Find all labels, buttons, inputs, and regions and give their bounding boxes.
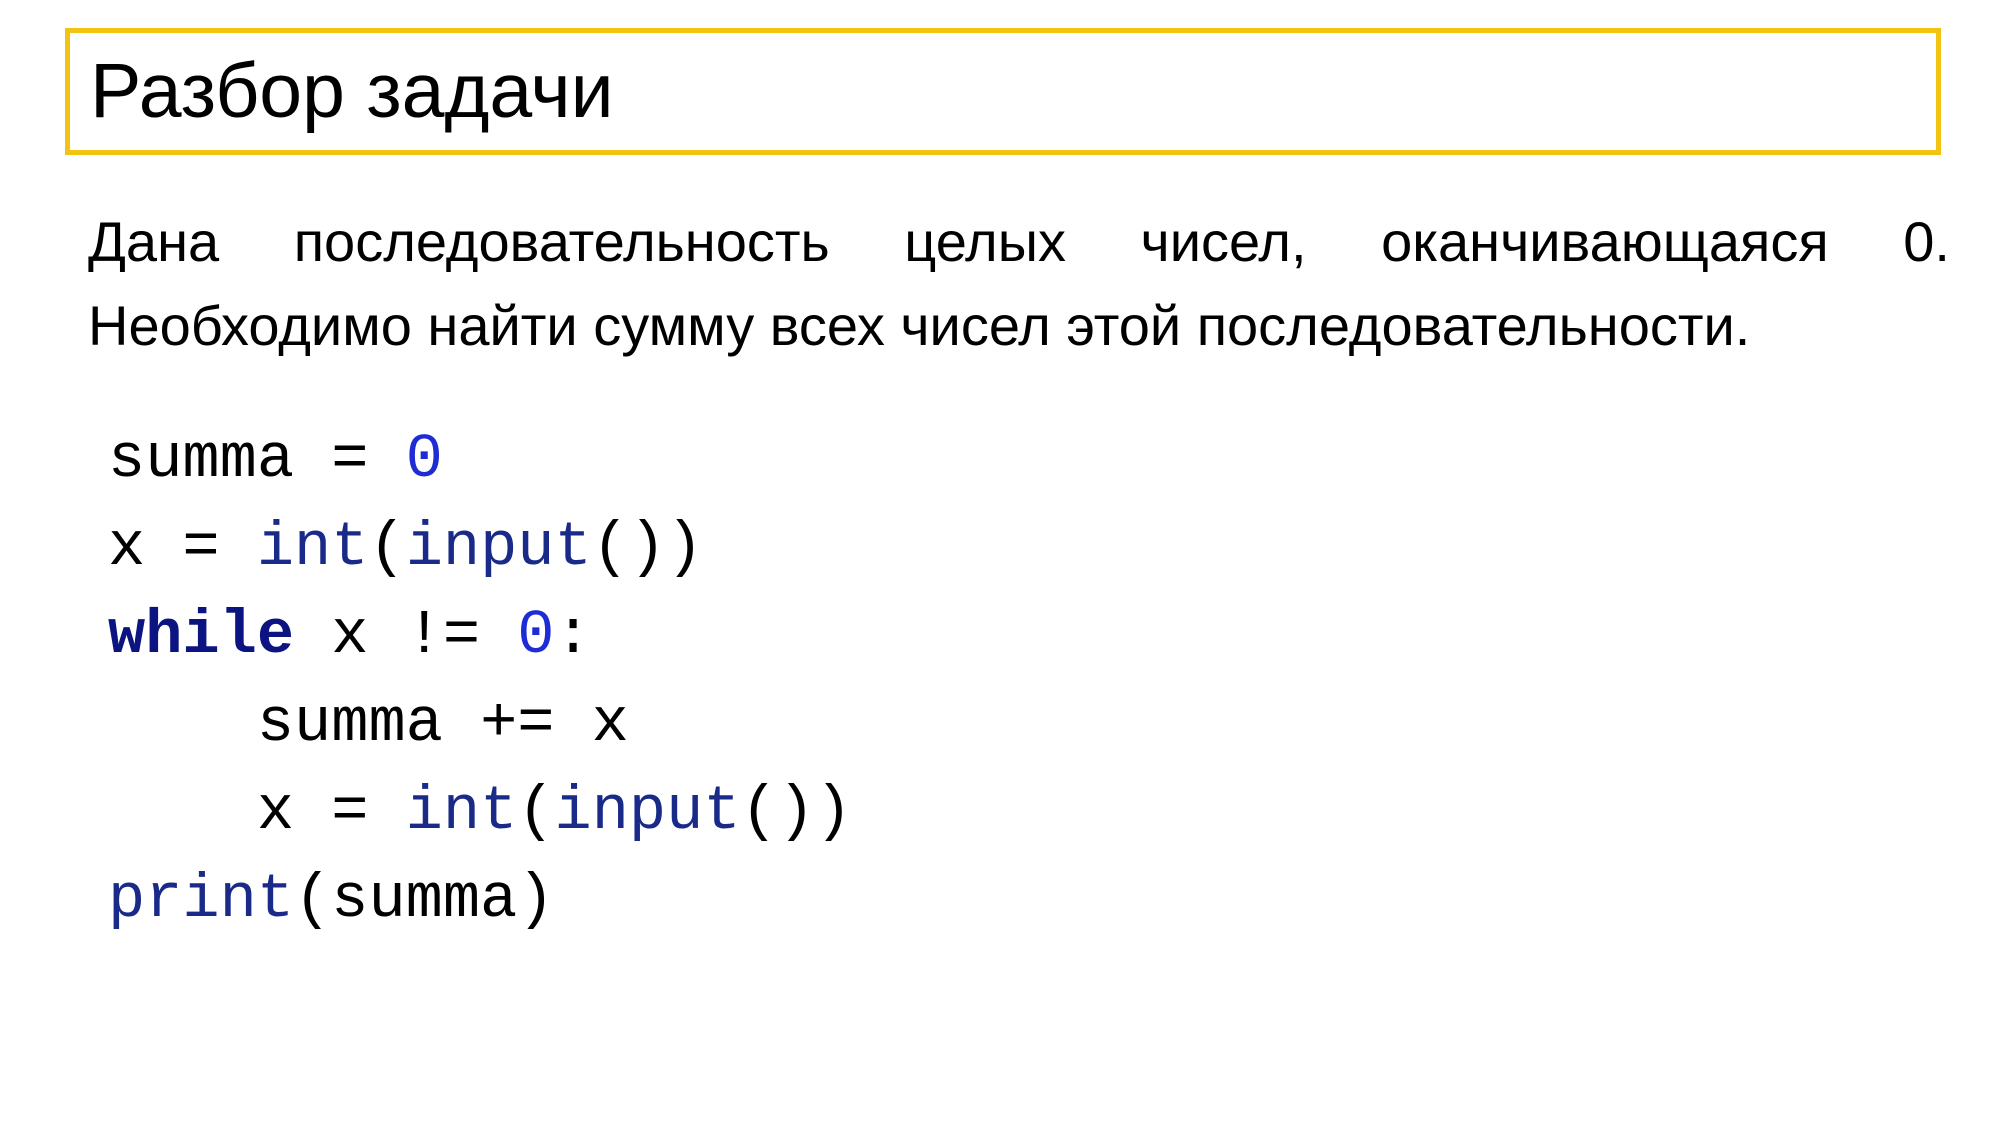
task-word: Дана [88, 210, 220, 273]
task-description: Дана последовательность целых чисел, ока… [88, 200, 1950, 368]
code-token: = [145, 512, 257, 583]
code-line-3: while x != 0: [108, 592, 852, 680]
code-token: = [294, 776, 406, 847]
code-number: 0 [517, 600, 555, 671]
task-word: оканчивающаяся [1381, 210, 1829, 273]
slide-title: Разбор задачи [90, 48, 614, 134]
code-token: x [256, 776, 295, 847]
code-builtin: input [554, 776, 741, 847]
code-line-4: summa += x [108, 680, 852, 768]
task-line-2: Необходимо найти сумму всех чисел этой п… [88, 294, 1751, 357]
code-line-2: x = int(input()) [108, 504, 852, 592]
code-number: 0 [405, 424, 443, 495]
task-word: 0. [1903, 210, 1950, 273]
code-line-5: x = int(input()) [108, 768, 852, 856]
code-line-1: summa = 0 [108, 416, 852, 504]
code-token: ()) [740, 776, 853, 847]
slide-title-box: Разбор задачи [65, 28, 1941, 155]
code-token: x != [294, 600, 518, 671]
code-token: ( [517, 776, 555, 847]
code-token: = [294, 424, 406, 495]
code-token: ( [368, 512, 406, 583]
code-builtin: input [405, 512, 592, 583]
code-builtin: int [256, 512, 369, 583]
code-line-6: print(summa) [108, 856, 852, 944]
code-token: x [108, 512, 146, 583]
task-line-1: Дана последовательность целых чисел, ока… [88, 200, 1950, 284]
task-word: последовательность [293, 210, 830, 273]
task-word: целых [904, 210, 1066, 273]
task-word: чисел, [1140, 210, 1307, 273]
code-token: ()) [591, 512, 704, 583]
code-builtin: print [108, 864, 295, 935]
code-token: summa [108, 424, 295, 495]
code-token: (summa) [294, 864, 555, 935]
code-block: summa = 0 x = int(input()) while x != 0:… [108, 416, 852, 944]
code-keyword: while [108, 600, 295, 671]
code-token: summa += x [256, 688, 629, 759]
code-builtin: int [405, 776, 518, 847]
code-token: : [554, 600, 592, 671]
